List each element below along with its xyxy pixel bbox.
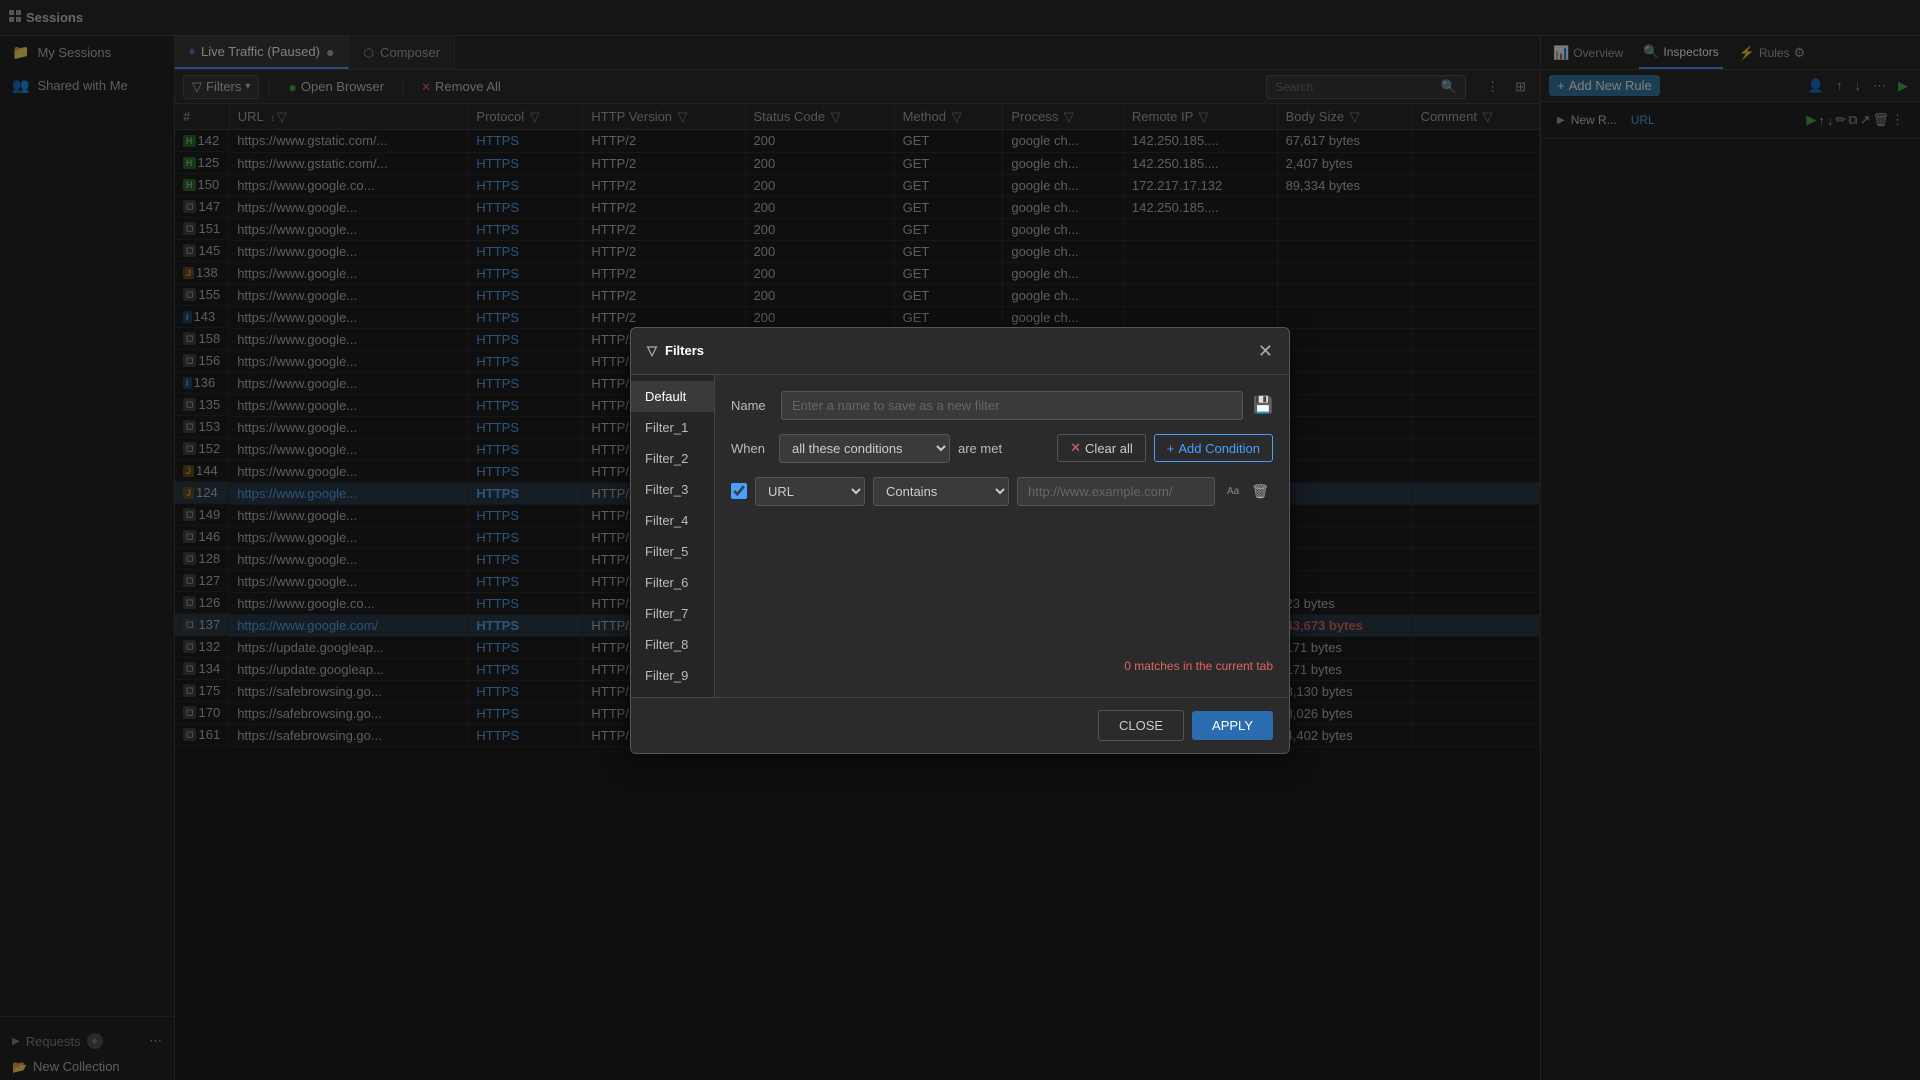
filter-list-item[interactable]: Filter_8	[631, 629, 714, 660]
modal-title: ▽ Filters	[647, 343, 704, 359]
filters-modal-icon: ▽	[647, 343, 657, 359]
filter-list-item[interactable]: Default	[631, 381, 714, 412]
filter-list-item[interactable]: Filter_5	[631, 536, 714, 567]
spacer	[731, 520, 1273, 637]
filter-list-item[interactable]: Filter_6	[631, 567, 714, 598]
modal-header: ▽ Filters ✕	[631, 328, 1289, 375]
condition-delete-button[interactable]: 🗑	[1247, 481, 1273, 502]
clear-all-button[interactable]: ✕ Clear all	[1057, 434, 1146, 462]
add-condition-button[interactable]: + Add Condition	[1154, 434, 1273, 462]
filter-list: DefaultFilter_1Filter_2Filter_3Filter_4F…	[631, 375, 715, 697]
filter-when-row: When all these conditions any of these c…	[731, 434, 1273, 463]
condition-operator-select[interactable]: Contains Does not contain Equals	[873, 477, 1009, 506]
apply-button[interactable]: APPLY	[1192, 711, 1273, 740]
filter-list-item[interactable]: Filter_4	[631, 505, 714, 536]
filter-content: Name 💾 When all these conditions any of …	[715, 375, 1289, 697]
filter-actions: ✕ Clear all + Add Condition	[1057, 434, 1273, 462]
condition-value-input[interactable]	[1017, 477, 1215, 506]
modal-body: DefaultFilter_1Filter_2Filter_3Filter_4F…	[631, 375, 1289, 697]
filter-name-input[interactable]	[781, 391, 1243, 420]
filter-list-item[interactable]: Filter_1	[631, 412, 714, 443]
filter-list-item[interactable]: Filter_9	[631, 660, 714, 691]
modal-footer: CLOSE APPLY	[631, 697, 1289, 753]
close-button[interactable]: CLOSE	[1098, 710, 1184, 741]
modal-close-button[interactable]: ✕	[1258, 342, 1273, 360]
conditions-select[interactable]: all these conditions any of these condit…	[779, 434, 950, 463]
condition-row: URL Protocol Method Status Code Contains…	[731, 477, 1273, 506]
filter-save-icon[interactable]: 💾	[1253, 395, 1273, 415]
filter-list-item[interactable]: Filter_7	[631, 598, 714, 629]
modal-overlay[interactable]: ▽ Filters ✕ DefaultFilter_1Filter_2Filte…	[0, 0, 1920, 1080]
filter-list-item[interactable]: Filter_2	[631, 443, 714, 474]
clear-icon: ✕	[1070, 440, 1081, 456]
filter-list-item[interactable]: Filter_3	[631, 474, 714, 505]
filter-name-row: Name 💾	[731, 391, 1273, 420]
condition-field-select[interactable]: URL Protocol Method Status Code	[755, 477, 865, 506]
add-condition-icon: +	[1167, 441, 1175, 456]
filters-modal: ▽ Filters ✕ DefaultFilter_1Filter_2Filte…	[630, 327, 1290, 754]
condition-checkbox[interactable]	[731, 483, 747, 499]
case-sensitive-icon[interactable]: Aa	[1227, 486, 1239, 497]
filter-matches-text: 0 matches in the current tab	[731, 651, 1273, 681]
